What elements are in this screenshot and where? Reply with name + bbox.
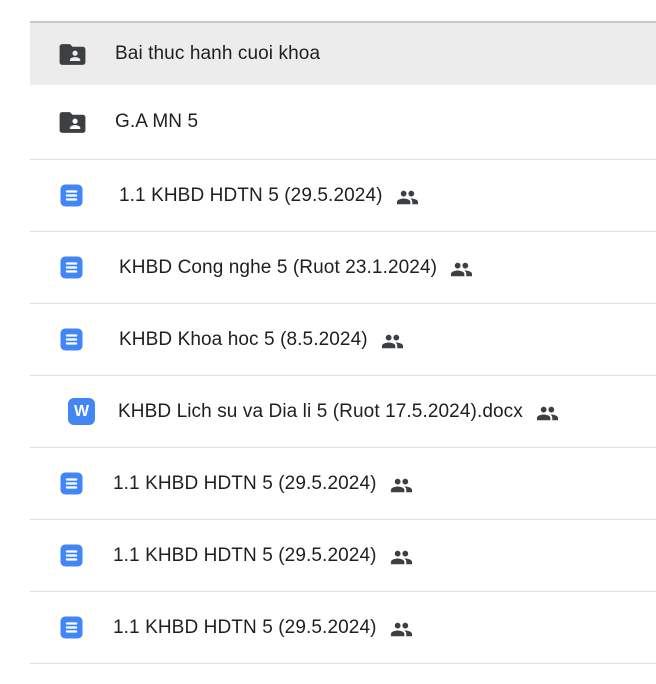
shared-folder-icon [57, 107, 88, 138]
shared-folder-icon [57, 39, 88, 70]
word-letter: W [74, 403, 89, 421]
shared-people-icon [450, 258, 473, 281]
google-docs-icon [60, 616, 83, 639]
row-label: KHBD Cong nghe 5 (Ruot 23.1.2024) [119, 257, 437, 279]
shared-people-icon [390, 618, 413, 641]
row-label: 1.1 KHBD HDTN 5 (29.5.2024) [113, 545, 377, 567]
google-docs-icon [60, 328, 83, 351]
file-row[interactable]: KHBD Khoa hoc 5 (8.5.2024) [30, 304, 656, 376]
file-row[interactable]: 1.1 KHBD HDTN 5 (29.5.2024) [30, 592, 656, 664]
file-row[interactable]: 1.1 KHBD HDTN 5 (29.5.2024) [30, 160, 656, 232]
word-file-icon: W [68, 398, 95, 425]
row-label: G.A MN 5 [115, 111, 198, 133]
file-row[interactable]: G.A MN 5 [30, 85, 656, 160]
shared-people-icon [381, 330, 404, 353]
file-row[interactable]: Bai thuc hanh cuoi khoa [30, 21, 656, 85]
file-row[interactable]: 1.1 KHBD HDTN 5 (29.5.2024) [30, 520, 656, 592]
google-docs-icon [60, 472, 83, 495]
row-label: Bai thuc hanh cuoi khoa [115, 43, 320, 65]
shared-people-icon [390, 474, 413, 497]
row-label: KHBD Khoa hoc 5 (8.5.2024) [119, 329, 368, 351]
file-row[interactable]: W KHBD Lich su va Dia li 5 (Ruot 17.5.20… [30, 376, 656, 448]
shared-people-icon [390, 546, 413, 569]
google-docs-icon [60, 544, 83, 567]
row-label: 1.1 KHBD HDTN 5 (29.5.2024) [113, 473, 377, 495]
row-label: 1.1 KHBD HDTN 5 (29.5.2024) [113, 617, 377, 639]
row-label: 1.1 KHBD HDTN 5 (29.5.2024) [119, 185, 383, 207]
file-row[interactable]: 1.1 KHBD HDTN 5 (29.5.2024) [30, 448, 656, 520]
google-docs-icon [60, 256, 83, 279]
shared-people-icon [396, 186, 419, 209]
row-label: KHBD Lich su va Dia li 5 (Ruot 17.5.2024… [118, 401, 523, 423]
file-row[interactable]: KHBD Cong nghe 5 (Ruot 23.1.2024) [30, 232, 656, 304]
file-list: Bai thuc hanh cuoi khoa G.A MN 5 1.1 KHB… [0, 0, 656, 664]
google-docs-icon [60, 184, 83, 207]
shared-people-icon [536, 402, 559, 425]
